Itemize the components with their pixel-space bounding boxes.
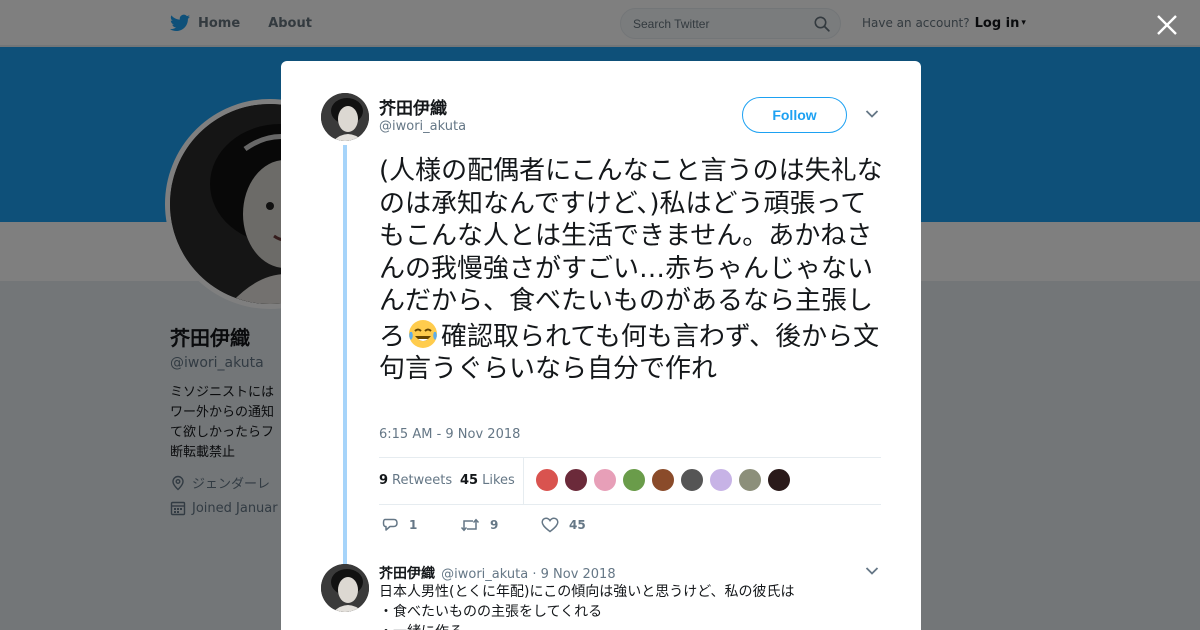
reply-text-line: ・食べたいものの主張をしてくれる bbox=[379, 604, 603, 620]
liker-avatar[interactable] bbox=[593, 468, 617, 492]
tweet-timestamp[interactable]: 6:15 AM - 9 Nov 2018 bbox=[379, 427, 520, 442]
retweet-button[interactable]: 9 bbox=[460, 517, 498, 533]
reply-date[interactable]: · 9 Nov 2018 bbox=[532, 567, 615, 582]
tweet-stats: 9 Retweets 45 Likes bbox=[379, 457, 881, 505]
retweet-count: 9 bbox=[490, 518, 499, 532]
chevron-down-icon[interactable] bbox=[865, 566, 879, 576]
tweet-modal: 芥田伊織 @iwori_akuta Follow (人様の配偶者にこんなこと言う… bbox=[281, 61, 921, 630]
likes-count: 45 bbox=[460, 473, 479, 488]
like-count: 45 bbox=[569, 518, 586, 532]
retweets-count: 9 bbox=[379, 473, 389, 488]
close-icon[interactable] bbox=[1155, 13, 1179, 37]
retweets-stat[interactable]: 9 Retweets bbox=[379, 473, 452, 488]
reply-count: 1 bbox=[409, 518, 418, 532]
tweet-text: (人様の配偶者にこんなこと言うのは失礼なのは承知なんですけど、)私はどう頑張って… bbox=[379, 155, 889, 386]
retweets-label: Retweets bbox=[392, 473, 453, 488]
like-button[interactable]: 45 bbox=[541, 517, 586, 533]
likers-avatars bbox=[535, 468, 796, 492]
tweet-author-avatar[interactable] bbox=[321, 93, 369, 141]
liker-avatar[interactable] bbox=[738, 468, 762, 492]
retweet-icon bbox=[460, 518, 480, 532]
liker-avatar[interactable] bbox=[680, 468, 704, 492]
reply-author-handle[interactable]: @iwori_akuta bbox=[441, 567, 528, 582]
reply-button[interactable]: 1 bbox=[382, 517, 417, 533]
follow-button[interactable]: Follow bbox=[742, 97, 847, 133]
stats-divider bbox=[523, 458, 524, 504]
liker-avatar[interactable] bbox=[564, 468, 588, 492]
reply-header: 芥田伊織 @iwori_akuta · 9 Nov 2018 bbox=[379, 563, 616, 583]
liker-avatar[interactable] bbox=[622, 468, 646, 492]
reply-author-avatar[interactable] bbox=[321, 564, 369, 612]
chevron-down-icon[interactable] bbox=[865, 109, 879, 119]
tweet-author-name[interactable]: 芥田伊織 bbox=[379, 94, 447, 119]
avatar-image bbox=[321, 93, 369, 141]
avatar-image bbox=[321, 564, 369, 612]
thread-line bbox=[343, 145, 347, 565]
reply-author-name[interactable]: 芥田伊織 bbox=[379, 566, 435, 582]
tweet-author-handle[interactable]: @iwori_akuta bbox=[379, 119, 466, 134]
reply-text-line: 日本人男性(とくに年配)にこの傾向は強いと思うけど、私の彼氏は bbox=[379, 584, 795, 600]
likes-stat[interactable]: 45 Likes bbox=[460, 473, 515, 488]
liker-avatar[interactable] bbox=[651, 468, 675, 492]
reply-text-line: ・一緒に作る bbox=[379, 622, 879, 630]
liker-avatar[interactable] bbox=[767, 468, 791, 492]
liker-avatar[interactable] bbox=[535, 468, 559, 492]
liker-avatar[interactable] bbox=[709, 468, 733, 492]
likes-label: Likes bbox=[482, 473, 515, 488]
reply-icon bbox=[382, 518, 398, 531]
reply-text: 日本人男性(とくに年配)にこの傾向は強いと思うけど、私の彼氏は ・食べたいものの… bbox=[379, 582, 879, 630]
heart-icon bbox=[541, 517, 559, 533]
face-with-tears-of-joy-icon bbox=[409, 319, 438, 348]
tweet-text-part: 確認取られても何も言わず、後から文句言うぐらいなら自分で作れ bbox=[379, 321, 880, 385]
